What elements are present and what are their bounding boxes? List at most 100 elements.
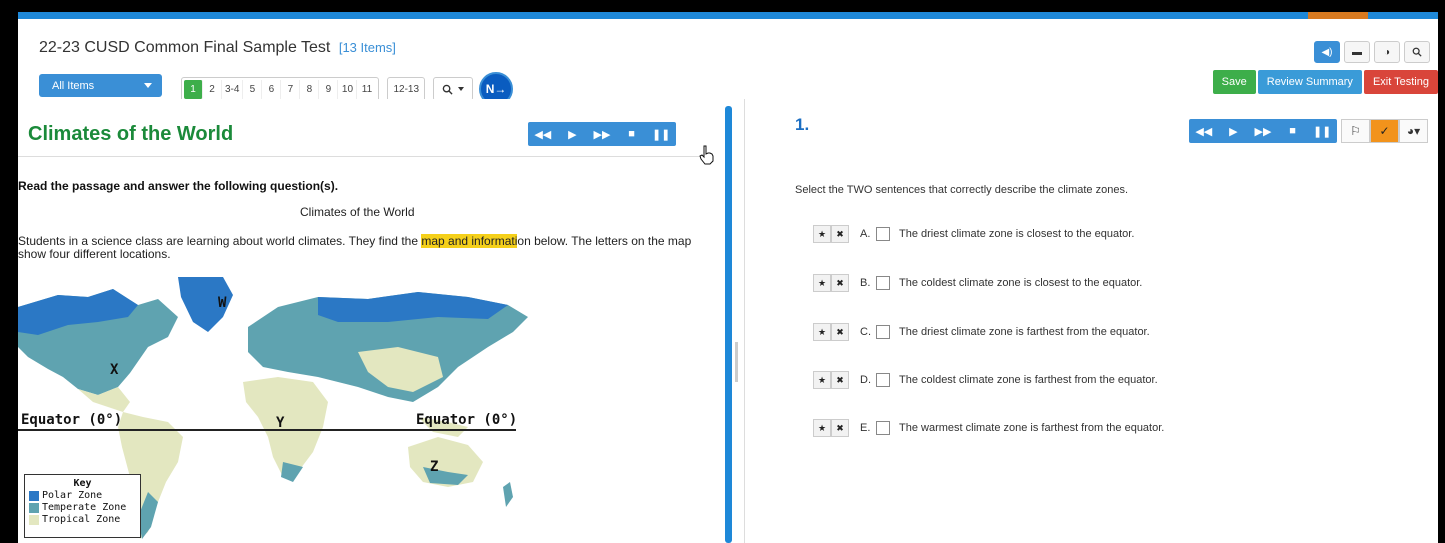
page-button[interactable]: 11 bbox=[357, 80, 376, 99]
map-key: Key Polar Zone Temperate Zone Tropical Z… bbox=[24, 474, 141, 538]
caret-down-icon bbox=[144, 83, 152, 88]
zoom-in-icon bbox=[1412, 47, 1422, 57]
option-letter: A. bbox=[860, 228, 871, 240]
top-stripe-accent bbox=[1308, 12, 1368, 19]
page-button[interactable]: 2 bbox=[203, 79, 222, 99]
answer-option-e[interactable]: ★ ✖ E. The warmest climate zone is farth… bbox=[813, 417, 1164, 439]
page-group-2: 12-13 bbox=[387, 76, 426, 102]
contrast-icon[interactable]: ◑ bbox=[1374, 41, 1400, 63]
option-text: The driest climate zone is closest to th… bbox=[899, 228, 1135, 240]
splitter-handle[interactable] bbox=[735, 342, 738, 382]
pointer-hand-icon bbox=[699, 145, 714, 165]
equator-label-right: Equator (0°) bbox=[416, 412, 518, 428]
map-label-z: Z bbox=[430, 459, 439, 475]
play-icon[interactable]: ▶ bbox=[562, 128, 582, 141]
passage-heading: Climates of the World bbox=[300, 205, 415, 219]
answer-option-d[interactable]: ★ ✖ D. The coldest climate zone is farth… bbox=[813, 369, 1158, 391]
page-button[interactable]: 12-13 bbox=[390, 80, 422, 99]
eliminate-icon[interactable]: ✖ bbox=[831, 274, 849, 292]
answer-option-c[interactable]: ★ ✖ C. The driest climate zone is farthe… bbox=[813, 321, 1150, 343]
action-group: Save Review Summary Exit Testing bbox=[1212, 70, 1438, 94]
save-button[interactable]: Save bbox=[1212, 70, 1256, 94]
page-button[interactable]: 3-4 bbox=[222, 79, 244, 99]
option-checkbox[interactable] bbox=[876, 276, 890, 290]
panel-splitter[interactable] bbox=[725, 106, 732, 543]
all-items-dropdown[interactable]: All Items bbox=[39, 74, 162, 97]
answer-option-a[interactable]: ★ ✖ A. The driest climate zone is closes… bbox=[813, 223, 1134, 245]
star-icon[interactable]: ★ bbox=[813, 323, 831, 341]
zoom-icon[interactable] bbox=[1404, 41, 1430, 63]
highlighted-text: map and informati bbox=[421, 234, 518, 248]
question-tools: ⚐ ✓ ◕▾ bbox=[1341, 119, 1428, 143]
eliminate-icon[interactable]: ✖ bbox=[831, 225, 849, 243]
passage-panel: Climates of the World ◀◀ ▶ ▶▶ ■ ❚❚ Read … bbox=[18, 99, 731, 543]
pause-icon[interactable]: ❚❚ bbox=[1312, 125, 1332, 138]
passage-title: Climates of the World bbox=[28, 123, 234, 145]
page-button[interactable]: 8 bbox=[300, 79, 320, 99]
star-icon[interactable]: ★ bbox=[813, 419, 831, 437]
stop-icon[interactable]: ■ bbox=[1283, 125, 1303, 137]
question-prompt: Select the TWO sentences that correctly … bbox=[795, 184, 1129, 196]
stop-icon[interactable]: ■ bbox=[622, 128, 642, 140]
option-text: The driest climate zone is farthest from… bbox=[899, 326, 1150, 338]
temperate-swatch bbox=[29, 503, 39, 513]
pause-icon[interactable]: ❚❚ bbox=[651, 128, 671, 141]
test-title-text: 22-23 CUSD Common Final Sample Test bbox=[39, 39, 331, 56]
search-icon bbox=[442, 84, 453, 95]
fast-forward-icon[interactable]: ▶▶ bbox=[1253, 125, 1273, 138]
eliminate-icon[interactable]: ✖ bbox=[831, 371, 849, 389]
page-button[interactable]: 5 bbox=[243, 79, 263, 99]
header: 22-23 CUSD Common Final Sample Test [13 … bbox=[18, 19, 1438, 106]
page-button[interactable]: 6 bbox=[262, 79, 282, 99]
rewind-icon[interactable]: ◀◀ bbox=[533, 128, 553, 141]
item-count[interactable]: [13 Items] bbox=[339, 40, 396, 55]
page-button[interactable]: 1 bbox=[184, 79, 203, 99]
help-menu-icon[interactable]: ◕▾ bbox=[1399, 119, 1428, 143]
option-checkbox[interactable] bbox=[876, 421, 890, 435]
map-label-x: X bbox=[110, 362, 119, 378]
print-icon[interactable]: ▬ bbox=[1344, 41, 1370, 63]
play-icon[interactable]: ▶ bbox=[1223, 125, 1243, 138]
review-summary-button[interactable]: Review Summary bbox=[1257, 70, 1362, 94]
flag-icon[interactable]: ⚐ bbox=[1341, 119, 1370, 143]
question-panel: 1. ◀◀ ▶ ▶▶ ■ ❚❚ ⚐ ✓ ◕▾ Select the TWO se… bbox=[745, 99, 1438, 543]
star-icon[interactable]: ★ bbox=[813, 274, 831, 292]
fast-forward-icon[interactable]: ▶▶ bbox=[592, 128, 612, 141]
star-icon[interactable]: ★ bbox=[813, 371, 831, 389]
option-checkbox[interactable] bbox=[876, 373, 890, 387]
option-text: The coldest climate zone is closest to t… bbox=[899, 277, 1143, 289]
caret-down-icon bbox=[458, 87, 465, 91]
star-icon[interactable]: ★ bbox=[813, 225, 831, 243]
search-dropdown-button[interactable] bbox=[433, 77, 474, 101]
page-button[interactable]: 10 bbox=[338, 79, 358, 99]
question-audio-controls: ◀◀ ▶ ▶▶ ■ ❚❚ bbox=[1189, 119, 1337, 143]
passage-instructions: Read the passage and answer the followin… bbox=[18, 179, 339, 193]
rewind-icon[interactable]: ◀◀ bbox=[1194, 125, 1214, 138]
option-checkbox[interactable] bbox=[876, 227, 890, 241]
eliminate-icon[interactable]: ✖ bbox=[831, 323, 849, 341]
answer-option-b[interactable]: ★ ✖ B. The coldest climate zone is close… bbox=[813, 272, 1142, 294]
equator-label-left: Equator (0°) bbox=[21, 412, 123, 428]
option-text: The coldest climate zone is farthest fro… bbox=[899, 374, 1158, 386]
tool-group: ◀) ▬ ◑ bbox=[1314, 41, 1430, 63]
question-number: 1. bbox=[795, 115, 810, 134]
key-item: Polar Zone bbox=[29, 490, 136, 502]
equator-line bbox=[18, 429, 516, 431]
passage-body: Students in a science class are learning… bbox=[18, 234, 698, 261]
audio-icon[interactable]: ◀) bbox=[1314, 41, 1340, 63]
key-item: Tropical Zone bbox=[29, 514, 136, 526]
page-group: 1 2 3-4 5 6 7 8 9 10 11 bbox=[181, 76, 380, 102]
test-title: 22-23 CUSD Common Final Sample Test [13 … bbox=[39, 39, 396, 57]
map-label-w: W bbox=[218, 295, 227, 311]
page-button[interactable]: 9 bbox=[319, 79, 339, 99]
option-checkbox[interactable] bbox=[876, 325, 890, 339]
option-letter: B. bbox=[860, 277, 871, 289]
polar-swatch bbox=[29, 491, 39, 501]
key-label: Polar Zone bbox=[42, 490, 103, 501]
exit-testing-button[interactable]: Exit Testing bbox=[1363, 70, 1438, 94]
mark-for-review-icon[interactable]: ✓ bbox=[1370, 119, 1399, 143]
page-button[interactable]: 7 bbox=[281, 79, 301, 99]
option-letter: D. bbox=[860, 374, 871, 386]
key-item: Temperate Zone bbox=[29, 502, 136, 514]
eliminate-icon[interactable]: ✖ bbox=[831, 419, 849, 437]
